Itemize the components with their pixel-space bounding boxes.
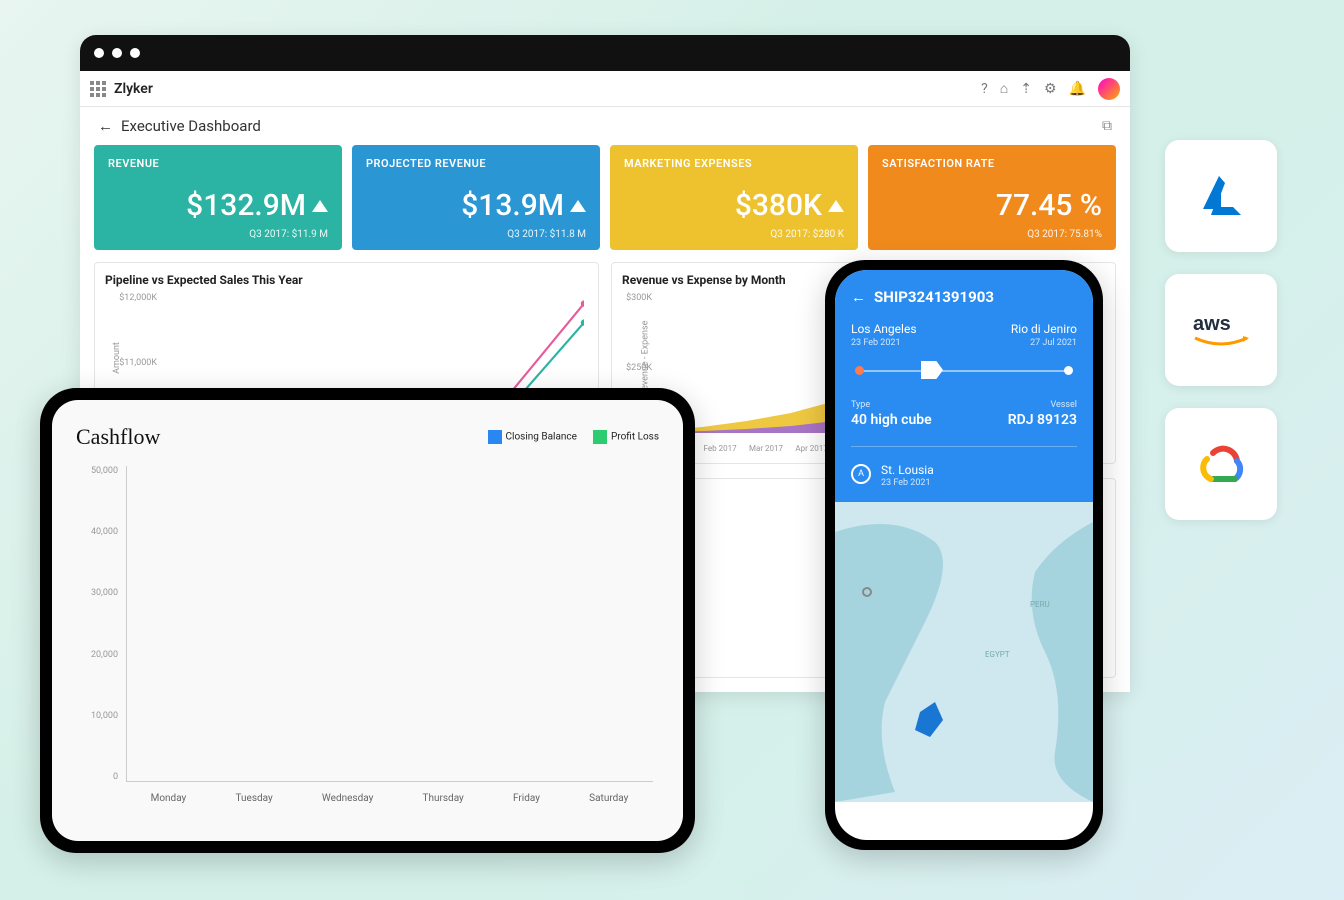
shipment-title-row: ← SHIP3241391903 [851, 288, 1077, 306]
open-external-icon[interactable]: ⧉ [1102, 118, 1112, 134]
waypoint-date: 23 Feb 2021 [881, 478, 934, 488]
cashflow-header: Cashflow Closing Balance Profit Loss [76, 424, 659, 450]
logo-aws[interactable]: aws [1165, 274, 1277, 386]
kpi-value: $13.9M [461, 188, 564, 223]
origin-city: Los Angeles [851, 322, 917, 336]
kpi-satisfaction-rate[interactable]: SATISFACTION RATE 77.45 % Q3 2017: 75.81… [868, 145, 1116, 250]
tablet-screen: Cashflow Closing Balance Profit Loss 0 1… [52, 400, 683, 841]
window-dot[interactable] [112, 48, 122, 58]
route-progress [851, 358, 1077, 384]
trend-up-icon [828, 200, 844, 212]
cashflow-title: Cashflow [76, 424, 160, 450]
ship-icon [921, 361, 943, 379]
panel-title: Pipeline vs Expected Sales This Year [105, 273, 588, 287]
kpi-revenue[interactable]: REVENUE $132.9M Q3 2017: $11.9 M [94, 145, 342, 250]
kpi-label: REVENUE [108, 157, 328, 170]
bell-icon[interactable]: 🔔 [1069, 81, 1086, 97]
waypoint-badge: A [851, 464, 871, 484]
home-icon[interactable]: ⌂ [1000, 80, 1008, 97]
cashflow-x-labels: Monday Tuesday Wednesday Thursday Friday Satu… [126, 793, 653, 804]
kpi-projected-revenue[interactable]: PROJECTED REVENUE $13.9M Q3 2017: $11.8 … [352, 145, 600, 250]
cashflow-plot [126, 466, 653, 782]
legend-swatch-blue [488, 430, 502, 444]
route-destination: Rio di Jeniro 27 Jul 2021 [1011, 322, 1077, 348]
logo-azure[interactable] [1165, 140, 1277, 252]
page-header: ← Executive Dashboard ⧉ [80, 107, 1130, 145]
cashflow-y-ticks: 0 10,000 20,000 30,000 40,000 50,000 [76, 466, 122, 782]
legend-item: Closing Balance [488, 430, 577, 444]
apps-grid-icon[interactable] [90, 81, 106, 97]
app-name: Zlyker [114, 81, 153, 97]
shipment-id: SHIP3241391903 [874, 288, 994, 306]
shipment-map[interactable]: PERU EGYPT [835, 502, 1093, 802]
x-label: Friday [513, 793, 540, 804]
legend-swatch-green [593, 430, 607, 444]
trend-up-icon [570, 200, 586, 212]
cashflow-legend: Closing Balance Profit Loss [488, 430, 659, 444]
kpi-sub: Q3 2017: 75.81% [882, 223, 1102, 240]
gear-icon[interactable]: ⚙ [1044, 81, 1057, 97]
info-value: 40 high cube [851, 412, 932, 428]
kpi-sub: Q3 2017: $280 K [624, 223, 844, 240]
help-icon[interactable]: ? [981, 81, 988, 97]
svg-text:aws: aws [1193, 313, 1231, 335]
azure-icon [1191, 171, 1251, 221]
back-arrow-icon[interactable]: ← [98, 117, 113, 135]
aws-icon: aws [1187, 308, 1255, 352]
avatar[interactable] [1098, 78, 1120, 100]
trend-up-icon [312, 200, 328, 212]
info-label: Type [851, 400, 932, 410]
dest-date: 27 Jul 2021 [1011, 338, 1077, 348]
dest-city: Rio di Jeniro [1011, 322, 1077, 336]
back-arrow-icon[interactable]: ← [851, 288, 866, 306]
tablet-device: Cashflow Closing Balance Profit Loss 0 1… [40, 388, 695, 853]
window-dot[interactable] [130, 48, 140, 58]
shipment-card: ← SHIP3241391903 Los Angeles 23 Feb 2021… [835, 270, 1093, 502]
route-track [857, 370, 1071, 372]
cashflow-chart: 0 10,000 20,000 30,000 40,000 50,000 Mon… [76, 460, 659, 810]
map-label-egypt: EGYPT [985, 650, 1010, 659]
kpi-label: MARKETING EXPENSES [624, 157, 844, 170]
map-label-peru: PERU [1030, 600, 1050, 609]
kpi-sub: Q3 2017: $11.8 M [366, 223, 586, 240]
kpi-sub: Q3 2017: $11.9 M [108, 223, 328, 240]
route-dot-end [1064, 366, 1073, 375]
kpi-value: $132.9M [186, 188, 306, 223]
kpi-row: REVENUE $132.9M Q3 2017: $11.9 M PROJECT… [80, 145, 1130, 250]
phone-screen: ← SHIP3241391903 Los Angeles 23 Feb 2021… [835, 270, 1093, 840]
page-title: Executive Dashboard [121, 117, 261, 135]
x-label: Monday [151, 793, 187, 804]
chart-icon[interactable]: ⇡ [1020, 81, 1032, 97]
cloud-logos: aws [1165, 140, 1277, 520]
route-origin: Los Angeles 23 Feb 2021 [851, 322, 917, 348]
y-axis-title: Revenue - Expense [640, 321, 650, 396]
kpi-marketing-expenses[interactable]: MARKETING EXPENSES $380K Q3 2017: $280 K [610, 145, 858, 250]
x-label: Tuesday [236, 793, 273, 804]
phone-device: ← SHIP3241391903 Los Angeles 23 Feb 2021… [825, 260, 1103, 850]
browser-titlebar [80, 35, 1130, 71]
waypoint-name: St. Lousia [881, 463, 934, 477]
info-label: Vessel [1008, 400, 1077, 410]
app-bar-icons: ? ⌂ ⇡ ⚙ 🔔 [981, 78, 1120, 100]
info-type: Type 40 high cube [851, 400, 932, 428]
window-dot[interactable] [94, 48, 104, 58]
kpi-value: 77.45 % [996, 188, 1102, 223]
route-dot-start [855, 366, 864, 375]
x-label: Thursday [423, 793, 464, 804]
kpi-label: SATISFACTION RATE [882, 157, 1102, 170]
x-label: Wednesday [322, 793, 373, 804]
info-value: RDJ 89123 [1008, 412, 1077, 428]
kpi-label: PROJECTED REVENUE [366, 157, 586, 170]
gcp-icon [1193, 441, 1249, 487]
origin-date: 23 Feb 2021 [851, 338, 917, 348]
ship-info: Type 40 high cube Vessel RDJ 89123 [851, 400, 1077, 428]
legend-item: Profit Loss [593, 430, 659, 444]
x-label: Saturday [589, 793, 628, 804]
kpi-value: $380K [735, 188, 822, 223]
app-bar: Zlyker ? ⌂ ⇡ ⚙ 🔔 [80, 71, 1130, 107]
info-vessel: Vessel RDJ 89123 [1008, 400, 1077, 428]
route-row: Los Angeles 23 Feb 2021 Rio di Jeniro 27… [851, 322, 1077, 348]
logo-gcp[interactable] [1165, 408, 1277, 520]
waypoint[interactable]: A St. Lousia 23 Feb 2021 [851, 446, 1077, 488]
